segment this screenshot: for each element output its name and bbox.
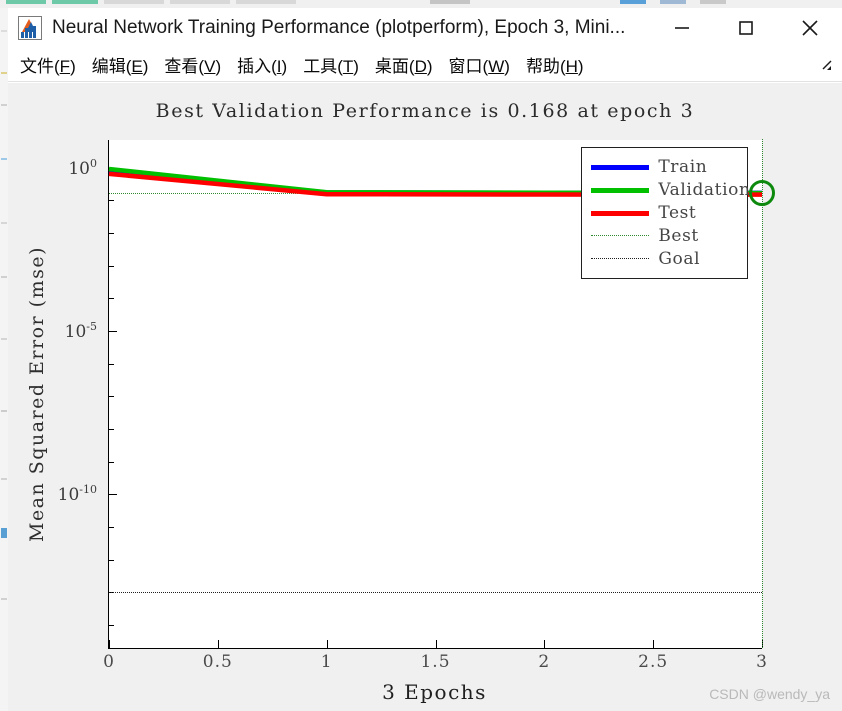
menu-item-help[interactable]: 帮助(H): [518, 52, 592, 77]
matlab-figure-icon: [18, 16, 42, 40]
legend-label-validation: Validation: [658, 179, 751, 200]
x-axis-tick-label: 1.5: [420, 652, 451, 672]
legend-label-goal: Goal: [658, 248, 701, 269]
menu-item-edit-label: 编辑: [91, 57, 126, 76]
y-axis-tick-label: 100: [68, 157, 97, 179]
plot-axes: 100 10-5 10-10 0 0.5 1 1.5 2 2.5 3 Train Validation…: [58, 139, 775, 672]
watermark: CSDN @wendy_ya: [709, 686, 830, 702]
menu-item-window-label: 窗口: [448, 57, 483, 76]
menu-item-file-label: 文件: [20, 57, 54, 76]
x-axis-tick-label: 3: [756, 652, 768, 672]
legend-swatch-goal: [591, 252, 650, 266]
menu-item-window-accel: W: [488, 57, 505, 76]
maximize-icon: [739, 21, 753, 35]
maximize-button[interactable]: [714, 8, 778, 48]
menu-item-insert-accel: I: [276, 57, 282, 76]
legend-swatch-validation: [591, 183, 650, 197]
y-axis-label: Mean Squared Error (mse): [26, 246, 48, 543]
figure-window: Neural Network Training Performance (plo…: [8, 8, 842, 711]
axes-inner: 100 10-5 10-10 0 0.5 1 1.5 2 2.5 3 Train Validation…: [58, 139, 775, 672]
menu-item-view-accel: V: [204, 57, 216, 76]
y-axis-tick-label: 10-10: [58, 484, 97, 506]
legend-entry-test: Test: [591, 201, 737, 224]
menu-item-insert-label: 插入: [237, 57, 272, 76]
best-vertical-line: [762, 139, 763, 648]
title-bar: Neural Network Training Performance (plo…: [8, 8, 842, 48]
menu-item-view[interactable]: 查看(V): [156, 52, 229, 77]
legend-swatch-best: [591, 229, 650, 243]
application-root: Neural Network Training Performance (plo…: [0, 0, 842, 711]
y-tick-exponent: -5: [86, 320, 97, 334]
plot-title: Best Validation Performance is 0.168 at …: [155, 100, 695, 122]
menu-item-tools-accel: T: [342, 57, 354, 76]
legend-label-train: Train: [658, 156, 708, 177]
menu-item-desktop-label: 桌面: [374, 57, 409, 76]
x-axis-tick-label: 1: [320, 652, 333, 672]
menu-item-help-accel: H: [565, 57, 578, 76]
legend-swatch-train: [591, 160, 650, 174]
y-tick-exponent: 0: [90, 156, 97, 170]
x-axis-tick-label: 2: [538, 652, 551, 672]
figure-canvas: Best Validation Performance is 0.168 at …: [8, 83, 842, 711]
legend[interactable]: Train Validation Test Best Goal: [581, 147, 750, 279]
window-title: Neural Network Training Performance (plo…: [52, 17, 626, 38]
y-tick-base: 10: [68, 158, 90, 179]
menu-item-view-label: 查看: [164, 57, 199, 76]
menu-item-window[interactable]: 窗口(W): [441, 52, 518, 77]
x-axis-label: 3 Epochs: [382, 680, 487, 704]
menu-item-file[interactable]: 文件(F): [12, 52, 84, 77]
y-tick-exponent: -10: [79, 483, 97, 497]
menu-item-tools-label: 工具: [303, 57, 338, 76]
window-controls: [650, 8, 842, 48]
menu-item-file-accel: F: [59, 57, 71, 76]
menu-item-help-label: 帮助: [525, 57, 560, 76]
x-axis-tick-label: 0.5: [202, 652, 233, 672]
menu-item-desktop-accel: D: [414, 57, 427, 76]
minimize-button[interactable]: [650, 8, 714, 48]
close-icon: [802, 20, 818, 36]
legend-entry-best: Best: [591, 224, 737, 247]
y-tick-base: 10: [57, 485, 80, 506]
x-axis-tick-label: 2.5: [638, 652, 669, 672]
x-axis-tick-label: 0: [103, 652, 115, 672]
legend-entry-train: Train: [591, 155, 737, 178]
menu-item-insert[interactable]: 插入(I): [229, 52, 295, 77]
legend-label-best: Best: [658, 225, 699, 246]
close-button[interactable]: [778, 8, 842, 48]
y-axis-tick-label: 10-5: [65, 320, 97, 342]
menu-item-desktop[interactable]: 桌面(D): [367, 52, 441, 77]
legend-label-test: Test: [658, 202, 697, 223]
y-tick-base: 10: [64, 321, 87, 342]
best-validation-marker: [749, 180, 775, 207]
menu-bar: 文件(F) 编辑(E) 查看(V) 插入(I) 工具(T) 桌面(D) 窗口(W…: [8, 48, 842, 82]
minimize-icon: [675, 27, 689, 29]
legend-entry-goal: Goal: [591, 247, 737, 270]
legend-entry-validation: Validation: [591, 178, 750, 201]
menu-item-tools[interactable]: 工具(T): [295, 52, 367, 77]
menu-item-edit-accel: E: [131, 57, 143, 76]
menu-item-edit[interactable]: 编辑(E): [84, 52, 157, 77]
legend-swatch-test: [591, 206, 650, 220]
dock-arrow-icon[interactable]: [818, 57, 834, 73]
